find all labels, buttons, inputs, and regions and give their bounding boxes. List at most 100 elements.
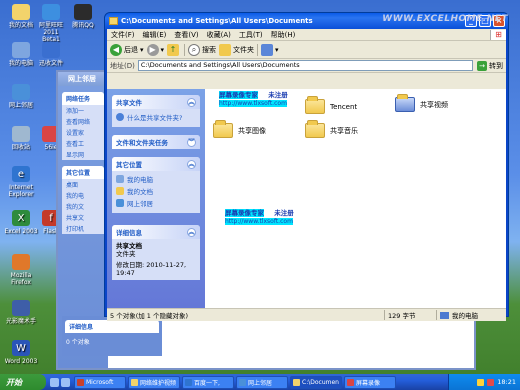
tray-icon[interactable] (487, 378, 495, 386)
background-status: 0 个对象 (66, 339, 90, 346)
taskbar-item[interactable]: 网络维护视频 (128, 375, 180, 389)
app-icon (77, 378, 84, 386)
folder-up-icon: ↑ (167, 43, 180, 56)
toolbar: ◀ 后退 ▾ ▶ ▾ ↑ ⌕ 搜索 文件夹 ▾ (107, 41, 506, 59)
start-button[interactable]: 开始 (0, 374, 46, 390)
status-bar: 5 个对象(加 1 个隐藏对象) 129 字节 我的电脑 (107, 308, 506, 321)
desktop-icon-recycle-bin[interactable]: 回收站 (4, 126, 38, 151)
bg-link[interactable]: 显示网 (62, 149, 104, 160)
desktop-icon-excel[interactable]: X Excel 2003 (4, 210, 38, 235)
forward-button[interactable]: ▶ ▾ (146, 43, 165, 56)
views-icon (261, 43, 274, 56)
address-input[interactable]: C:\Documents and Settings\All Users\Docu… (137, 60, 473, 71)
folder-icon (116, 187, 124, 195)
brand-watermark: WWW.EXCELHOME.NET (382, 14, 508, 24)
toolbar-separator (184, 43, 186, 56)
bg-link[interactable]: 查看网络 (62, 116, 104, 127)
bg-link[interactable]: 添加一 (62, 105, 104, 116)
explorer-window[interactable]: C:\Documents and Settings\All Users\Docu… (104, 12, 509, 321)
back-button[interactable]: ◀ 后退 ▾ (110, 43, 144, 56)
desktop-icon-word[interactable]: W Word 2003 (4, 340, 38, 365)
menu-favorites[interactable]: 收藏(A) (207, 30, 231, 40)
desktop-icon-qq[interactable]: 腾讯QQ (66, 4, 100, 29)
status-object-count: 5 个对象(加 1 个隐藏对象) (110, 312, 189, 320)
chevron-down-icon: ▾ (160, 45, 165, 54)
desktop-icon-photo-tool[interactable]: 光影魔术手 (4, 300, 38, 325)
desktop-icon-firefox[interactable]: Mozilla Firefox (4, 254, 38, 286)
panel-header[interactable]: 文件和文件夹任务 ︾ (112, 135, 200, 149)
panel-header[interactable]: 其它位置 ︽ (112, 157, 200, 171)
toolbar-separator (257, 43, 259, 56)
image-folder-icon (213, 120, 233, 138)
word-icon: W (12, 340, 30, 356)
menu-edit[interactable]: 编辑(E) (143, 30, 167, 40)
tray-icon[interactable] (477, 378, 485, 386)
bg-link[interactable]: 我的文 (62, 201, 104, 212)
menu-tools[interactable]: 工具(T) (239, 30, 263, 40)
menu-view[interactable]: 查看(V) (174, 30, 198, 40)
other-place-network[interactable]: 网上邻居 (116, 198, 196, 208)
taskbar-item[interactable]: 屏幕录像 (344, 375, 396, 389)
internet-explorer-icon: e (12, 166, 30, 182)
panel-file-tasks: 文件和文件夹任务 ︾ (112, 135, 200, 149)
bg-panel-other-places: 其它位置 桌面 我的电 我的文 共享文 打印机 (62, 166, 104, 234)
desktop-icon-my-documents[interactable]: 我的文档 (4, 4, 38, 29)
window-body: 文件(F) 编辑(E) 查看(V) 收藏(A) 工具(T) 帮助(H) ⊞ ◀ … (107, 29, 506, 321)
file-list: 屏幕录像专家 未注册 http://www.tlxsoft.com Tencen… (205, 89, 506, 321)
other-place-my-documents[interactable]: 我的文档 (116, 186, 196, 196)
go-button[interactable]: → 转到 (477, 60, 503, 71)
taskbar: 开始 Microsoft 网络维护视频 百度一下, 网上邻居 C:\Docume… (0, 374, 520, 390)
views-button[interactable]: ▾ (261, 43, 279, 56)
desktop-icon-ie[interactable]: e Internet Explorer (4, 166, 38, 198)
folders-button[interactable]: 文件夹 (219, 43, 254, 56)
quick-launch (50, 377, 70, 387)
panel-header[interactable]: 共享文件 ︽ (112, 95, 200, 109)
desktop-quicklaunch-icon[interactable] (61, 377, 70, 387)
folder-icon (131, 378, 138, 386)
collapse-icon[interactable]: ︽ (187, 227, 196, 237)
recorder-icon (347, 378, 354, 386)
bg-link[interactable]: 共享文 (62, 212, 104, 223)
desktop-icon-network[interactable]: 网上邻居 (4, 84, 38, 109)
ie-quicklaunch-icon[interactable] (50, 377, 59, 387)
menu-help[interactable]: 帮助(H) (271, 30, 296, 40)
file-item-shared-video[interactable]: 共享视频 (395, 94, 448, 112)
folder-icon (305, 96, 325, 114)
bg-link[interactable]: 桌面 (62, 179, 104, 190)
file-item-tencent[interactable]: Tencent (305, 96, 357, 114)
what-is-shared-folder-link[interactable]: 什么是共享文件夹? (116, 112, 196, 122)
bg-link[interactable]: 我的电 (62, 190, 104, 201)
menu-file[interactable]: 文件(F) (111, 30, 135, 40)
taskbar-item-active[interactable]: C:\Documen (290, 375, 342, 389)
music-folder-icon (305, 120, 325, 138)
collapse-icon[interactable]: ︽ (187, 97, 196, 107)
forward-arrow-icon: ▶ (146, 43, 159, 56)
file-item-shared-images[interactable]: 共享图像 (213, 120, 266, 138)
desktop-icon-aliwangwang[interactable]: 阿里旺旺 2011 Beta1 (34, 4, 68, 43)
expand-icon[interactable]: ︾ (187, 137, 196, 147)
panel-header[interactable]: 详细信息 ︽ (112, 225, 200, 239)
bg-link[interactable]: 查看工 (62, 138, 104, 149)
taskbar-item[interactable]: 百度一下, (182, 375, 234, 389)
taskbar-item[interactable]: Microsoft (74, 375, 126, 389)
network-icon (239, 378, 246, 386)
recycle-bin-icon (12, 126, 30, 142)
bg-link[interactable]: 设置家 (62, 127, 104, 138)
file-item-shared-music[interactable]: 共享音乐 (305, 120, 358, 138)
taskbar-item[interactable]: 网上邻居 (236, 375, 288, 389)
collapse-icon[interactable]: ︽ (187, 159, 196, 169)
address-bar: 地址(D) C:\Documents and Settings\All User… (107, 59, 506, 73)
bg-link[interactable]: 打印机 (62, 223, 104, 234)
search-button[interactable]: ⌕ 搜索 (188, 43, 216, 56)
desktop-icon-my-computer[interactable]: 我的电脑 (4, 42, 38, 67)
other-place-my-computer[interactable]: 我的电脑 (116, 174, 196, 184)
clock: 18:21 (497, 378, 516, 386)
up-button[interactable]: ↑ (167, 43, 181, 56)
search-icon: ⌕ (188, 43, 201, 56)
penguin-icon (74, 4, 92, 20)
folder-icon (109, 17, 118, 25)
desktop-icon-files[interactable]: 迅收文件 (34, 42, 68, 67)
video-folder-icon (395, 94, 415, 112)
recorder-watermark: 屏幕录像专家 未注册 http://www.tlxsoft.com (219, 91, 288, 107)
background-details-panel: 详细信息 0 个对象 (62, 316, 162, 356)
